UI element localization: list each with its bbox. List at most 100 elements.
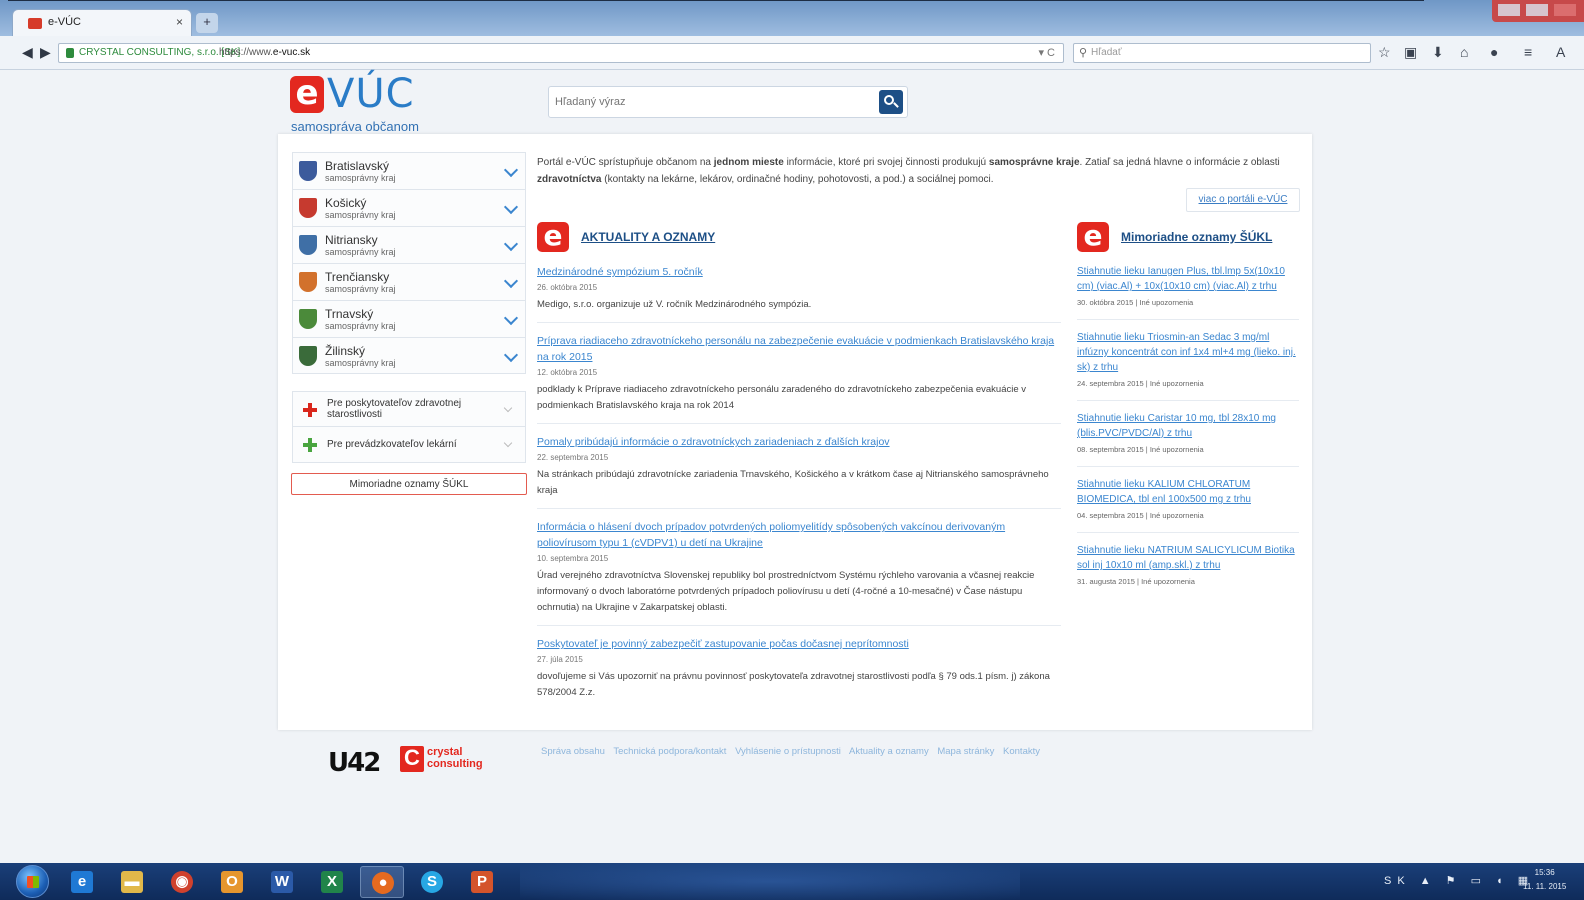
notice-title-link[interactable]: Stiahnutie lieku KALIUM CHLORATUM BIOMED… [1077, 477, 1299, 507]
taskbar-outlook[interactable]: O [210, 866, 254, 898]
chevron-down-icon[interactable] [503, 273, 519, 289]
green-cross-icon [303, 438, 317, 452]
site-search [548, 86, 908, 118]
close-window-icon[interactable] [1554, 4, 1576, 16]
chevron-down-icon[interactable] [503, 162, 519, 178]
news-title-link[interactable]: Príprava riadiaceho zdravotníckeho perso… [537, 333, 1061, 365]
url-text[interactable]: https://www.e-vuc.sk [219, 47, 310, 58]
region-item-trenciansky[interactable]: Trenčiansky samosprávny kraj [292, 263, 526, 300]
word-icon: W [271, 871, 293, 893]
chevron-down-icon[interactable] [503, 403, 513, 413]
evuc-logo[interactable]: e VÚC samospráva občanom [290, 71, 450, 137]
footer-link[interactable]: Aktuality a oznamy [849, 746, 929, 757]
start-button[interactable] [16, 865, 49, 898]
search-icon-handle [893, 102, 899, 108]
logo-tagline: samospráva občanom [291, 119, 419, 134]
crystal-consulting-logo[interactable]: C crystal consulting [400, 746, 490, 774]
menu-icon[interactable]: ≡ [1524, 44, 1532, 60]
crest-icon [299, 346, 317, 366]
home-icon[interactable]: ⌂ [1460, 44, 1468, 60]
search-button[interactable] [879, 90, 903, 114]
notice-title-link[interactable]: Stiahnutie lieku Caristar 10 mg, tbl 28x… [1077, 411, 1299, 441]
language-indicator[interactable]: SK [1384, 875, 1411, 887]
window-controls[interactable] [1492, 0, 1584, 22]
taskbar-word[interactable]: W [260, 866, 304, 898]
reload-icon[interactable]: ▾ C [1038, 46, 1055, 59]
region-item-nitriansky[interactable]: Nitriansky samosprávny kraj [292, 226, 526, 263]
bookmarks-icon[interactable]: ▣ [1404, 44, 1417, 61]
footer-link[interactable]: Vyhlásenie o prístupnosti [735, 746, 841, 757]
sukl-alerts-button[interactable]: Mimoriadne oznamy ŠÚKL [291, 473, 527, 495]
taskbar-chrome[interactable]: ◉ [160, 866, 204, 898]
notice-title-link[interactable]: Stiahnutie lieku Ianugen Plus, tbl.lmp 5… [1077, 264, 1299, 294]
chevron-down-icon[interactable] [503, 347, 519, 363]
news-title-link[interactable]: Pomaly pribúdajú informácie o zdravotníc… [537, 434, 1061, 450]
notice-date: 30. októbra 2015 | Iné upozornenia [1077, 298, 1194, 307]
region-item-bratislavsky[interactable]: Bratislavský samosprávny kraj [292, 152, 526, 189]
notice-title-link[interactable]: Stiahnutie lieku Triosmin-an Sedac 3 mg/… [1077, 330, 1299, 375]
clock[interactable]: 15:36 11. 11. 2015 [1523, 866, 1566, 894]
news-date: 10. septembra 2015 [537, 554, 609, 563]
chevron-down-icon[interactable] [503, 310, 519, 326]
news-title-link[interactable]: Informácia o hlásení dvoch prípadov potv… [537, 519, 1061, 551]
notice-item: Stiahnutie lieku Ianugen Plus, tbl.lmp 5… [1077, 260, 1299, 320]
back-icon[interactable]: ◀ [22, 44, 33, 61]
notice-title-link[interactable]: Stiahnutie lieku NATRIUM SALICYLICUM Bio… [1077, 543, 1299, 573]
close-tab-icon[interactable]: × [176, 15, 183, 29]
search-input[interactable] [549, 87, 875, 117]
windows-taskbar: e ▬ ◉ O W X ● S P SK ▲ ⚑ ▭ ◖ ▦ 15:36 11. … [0, 863, 1584, 900]
news-item: Medzinárodné sympózium 5. ročník 26. okt… [537, 260, 1061, 323]
link-providers[interactable]: Pre poskytovateľov zdravotnej starostliv… [293, 392, 525, 427]
download-icon[interactable]: ⬇ [1432, 44, 1444, 61]
taskbar-explorer[interactable]: ▬ [110, 866, 154, 898]
region-name: Trnavský [325, 307, 374, 321]
ministry-logo[interactable]: ᑌ42 [328, 748, 381, 778]
notice-date: 04. septembra 2015 | Iné upozornenia [1077, 511, 1204, 520]
extension-icon[interactable]: A [1556, 44, 1565, 60]
browser-tab[interactable]: e-VÚC × [12, 9, 192, 36]
footer-link[interactable]: Správa obsahu [541, 746, 605, 757]
content-panel: Bratislavský samosprávny kraj Košický sa… [278, 134, 1312, 730]
notice-item: Stiahnutie lieku Triosmin-an Sedac 3 mg/… [1077, 326, 1299, 401]
new-tab-button[interactable]: + [196, 13, 218, 33]
chevron-down-icon[interactable] [503, 199, 519, 215]
news-heading[interactable]: AKTUALITY A OZNAMY [581, 230, 715, 244]
bookmark-star-icon[interactable]: ☆ [1378, 44, 1391, 61]
notices-heading[interactable]: Mimoriadne oznamy ŠÚKL [1121, 230, 1272, 244]
news-item: Poskytovateľ je povinný zabezpečiť zastu… [537, 632, 1061, 710]
region-item-kosicky[interactable]: Košický samosprávny kraj [292, 189, 526, 226]
notice-date: 24. septembra 2015 | Iné upozornenia [1077, 379, 1204, 388]
provider-links: Pre poskytovateľov zdravotnej starostliv… [292, 391, 526, 463]
region-name: Bratislavský [325, 159, 390, 173]
taskbar-excel[interactable]: X [310, 866, 354, 898]
taskbar-skype[interactable]: S [410, 866, 454, 898]
region-item-zilinsky[interactable]: Žilinský samosprávny kraj [292, 337, 526, 374]
news-title-link[interactable]: Medzinárodné sympózium 5. ročník [537, 264, 1061, 280]
footer-link[interactable]: Technická podpora/kontakt [613, 746, 726, 757]
about-portal-button[interactable]: viac o portáli e-VÚC [1186, 188, 1300, 212]
news-title-link[interactable]: Poskytovateľ je povinný zabezpečiť zastu… [537, 636, 1061, 652]
chevron-down-icon[interactable] [503, 438, 513, 448]
minimize-icon[interactable] [1498, 4, 1520, 16]
crest-icon [299, 198, 317, 218]
taskbar-ie[interactable]: e [60, 866, 104, 898]
about-portal-label: viac o portáli e-VÚC [1198, 194, 1288, 205]
taskbar-firefox[interactable]: ● [360, 866, 404, 898]
link-label: Pre poskytovateľov zdravotnej starostliv… [327, 398, 462, 420]
search-icon: ⚲ [1079, 47, 1088, 59]
news-text: Na stránkach pribúdajú zdravotnícke zari… [537, 469, 1049, 496]
forward-icon[interactable]: ▶ [40, 44, 51, 61]
taskbar-powerpoint[interactable]: P [460, 866, 504, 898]
link-pharmacies[interactable]: Pre prevádzkovateľov lekární [293, 427, 525, 462]
footer-link[interactable]: Mapa stránky [937, 746, 994, 757]
chevron-down-icon[interactable] [503, 236, 519, 252]
address-bar[interactable]: CRYSTAL CONSULTING, s.r.o. [SK] https://… [58, 43, 1064, 63]
browser-tab-bar: e-VÚC × + [0, 0, 1584, 36]
pocket-icon[interactable]: ● [1490, 44, 1498, 60]
system-tray[interactable]: SK ▲ ⚑ ▭ ◖ ▦ [1384, 874, 1534, 887]
browser-search-box[interactable]: ⚲ Hľadať [1073, 43, 1371, 63]
footer-link[interactable]: Kontakty [1003, 746, 1040, 757]
logo-e: e [290, 76, 324, 113]
maximize-icon[interactable] [1526, 4, 1548, 16]
region-item-trnavsky[interactable]: Trnavský samosprávny kraj [292, 300, 526, 337]
